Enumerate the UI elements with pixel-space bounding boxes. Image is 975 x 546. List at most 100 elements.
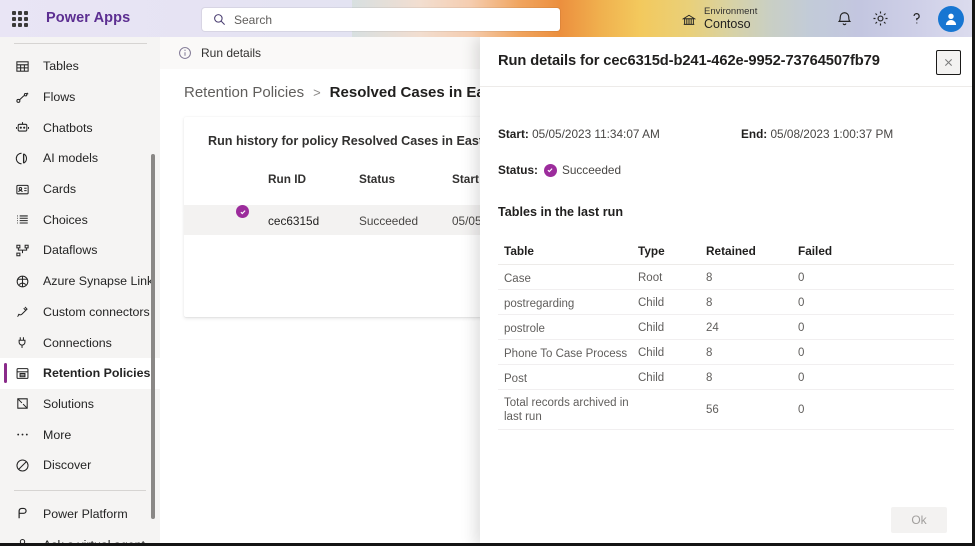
sidebar-item-label: Flows — [43, 90, 76, 105]
status-row: Status: Succeeded — [498, 163, 621, 177]
ai-model-icon — [14, 150, 31, 167]
cell-status: Succeeded — [359, 214, 419, 228]
table-icon — [14, 58, 31, 75]
table-row: postregarding Child 8 0 — [498, 290, 954, 315]
sidebar-item-label: Dataflows — [43, 243, 98, 258]
table-row: Phone To Case Process Child 8 0 — [498, 340, 954, 365]
connector-icon — [14, 303, 31, 320]
cell-run-id: cec6315d — [268, 214, 320, 228]
cell-table: Case — [504, 273, 531, 285]
table-row: Case Root 8 0 — [498, 265, 954, 290]
brand-title[interactable]: Power Apps — [46, 10, 130, 26]
sidebar-item-ask-a-virtual-agent[interactable]: Ask a virtual agent — [0, 529, 160, 546]
sidebar-item-label: Chatbots — [43, 120, 93, 135]
sidebar-item-more[interactable]: More — [0, 419, 160, 450]
start-label: Start: — [498, 127, 529, 141]
search-placeholder: Search — [234, 12, 273, 27]
sidebar-item-label: Azure Synapse Link — [43, 274, 154, 289]
sidebar-item-retention-policies[interactable]: Retention Policies — [0, 357, 160, 389]
cell-retained: 24 — [706, 322, 719, 334]
flow-icon — [14, 89, 31, 106]
sidebar-item-label: Power Platform — [43, 506, 128, 521]
cell-failed: 0 — [798, 297, 805, 309]
dataflow-icon — [14, 242, 31, 259]
help-icon[interactable] — [908, 10, 925, 27]
sidebar-divider — [14, 489, 146, 491]
sidebar-item-label: More — [43, 427, 72, 442]
sidebar-item-azure-synapse-link[interactable]: Azure Synapse Link — [0, 266, 160, 297]
sidebar-item-solutions[interactable]: Solutions — [0, 389, 160, 420]
cell-table: Post — [504, 373, 528, 385]
run-details-command-label[interactable]: Run details — [201, 46, 261, 60]
sidebar-item-label: Connections — [43, 335, 112, 350]
sidebar-item-connections[interactable]: Connections — [0, 327, 160, 358]
app-launcher-icon[interactable] — [12, 11, 28, 27]
discover-icon — [14, 457, 31, 474]
column-header-status[interactable]: Status — [359, 172, 395, 186]
cell-retained: 8 — [706, 297, 713, 309]
tables-in-last-run-table: Table Type Retained Failed Case Root 8 0… — [498, 237, 954, 430]
card-icon — [14, 181, 31, 198]
end-value: 05/08/2023 1:00:37 PM — [770, 127, 894, 141]
sidebar-item-label: Retention Policies — [43, 366, 151, 381]
sidebar-item-flows[interactable]: Flows — [0, 82, 160, 113]
column-header-type[interactable]: Type — [638, 244, 665, 258]
ellipsis-icon — [14, 426, 31, 443]
table-row: postrole Child 24 0 — [498, 315, 954, 340]
breadcrumb-parent[interactable]: Retention Policies — [184, 84, 304, 101]
sidebar-item-label: Ask a virtual agent — [43, 537, 145, 546]
column-header-run-id[interactable]: Run ID — [268, 172, 306, 186]
environment-picker[interactable]: Environment Contoso — [682, 4, 852, 34]
sidebar-item-dataflows[interactable]: Dataflows — [0, 235, 160, 266]
chatbot-icon — [14, 119, 31, 136]
sidebar-item-chatbots[interactable]: Chatbots — [0, 112, 160, 143]
panel-title: Run details for cec6315d-b241-462e-9952-… — [498, 53, 880, 69]
sidebar-item-choices[interactable]: Choices — [0, 204, 160, 235]
gear-icon[interactable] — [872, 10, 889, 27]
top-header-bar: Power Apps Search Environment Contoso — [0, 0, 972, 37]
sidebar-scrollbar[interactable] — [151, 154, 155, 519]
sidebar-item-power-platform[interactable]: Power Platform — [0, 499, 160, 530]
cell-failed: 0 — [798, 404, 805, 416]
run-details-panel: Run details for cec6315d-b241-462e-9952-… — [480, 37, 972, 543]
search-input[interactable]: Search — [202, 8, 560, 31]
cell-retained: 8 — [706, 372, 713, 384]
column-header-retained[interactable]: Retained — [706, 244, 756, 258]
column-header-start[interactable]: Start — [452, 172, 479, 186]
start-time: Start: 05/05/2023 11:34:07 AM — [498, 127, 660, 141]
bell-icon[interactable] — [836, 10, 853, 27]
panel-header: Run details for cec6315d-b241-462e-9952-… — [480, 37, 972, 87]
sidebar-item-tables[interactable]: Tables — [0, 51, 160, 82]
close-button[interactable] — [936, 50, 961, 75]
sidebar-item-ai-models[interactable]: AI models — [0, 143, 160, 174]
cell-retained: 8 — [706, 347, 713, 359]
success-check-icon — [236, 205, 249, 218]
environment-icon — [682, 14, 696, 25]
close-icon — [944, 58, 953, 67]
ok-button[interactable]: Ok — [891, 507, 947, 533]
sidebar-item-label: Discover — [43, 458, 92, 473]
cell-type: Child — [638, 347, 665, 359]
info-icon — [179, 47, 191, 59]
column-header-table[interactable]: Table — [504, 244, 634, 258]
avatar[interactable] — [938, 6, 964, 32]
sidebar-item-discover[interactable]: Discover — [0, 450, 160, 481]
solution-icon — [14, 395, 31, 412]
sidebar-item-cards[interactable]: Cards — [0, 174, 160, 205]
choices-icon — [14, 211, 31, 228]
breadcrumb: Retention Policies > Resolved Cases in E… — [184, 84, 517, 101]
sidebar-nav-list: Tables Flows Chatbots AI models Cards Ch — [0, 51, 160, 546]
environment-name: Contoso — [704, 17, 751, 31]
column-header-failed[interactable]: Failed — [798, 244, 832, 258]
sidebar-top-divider — [14, 43, 147, 44]
search-icon — [214, 14, 225, 25]
sidebar-item-label: Custom connectors — [43, 304, 150, 319]
virtual-agent-icon — [14, 536, 31, 543]
cell-type: Child — [638, 297, 665, 309]
table-row: Post Child 8 0 — [498, 365, 954, 390]
sidebar-item-custom-connectors[interactable]: Custom connectors — [0, 297, 160, 328]
connection-icon — [14, 334, 31, 351]
cell-failed: 0 — [798, 272, 805, 284]
cell-type: Root — [638, 272, 663, 284]
left-sidebar: Tables Flows Chatbots AI models Cards Ch — [0, 37, 160, 546]
